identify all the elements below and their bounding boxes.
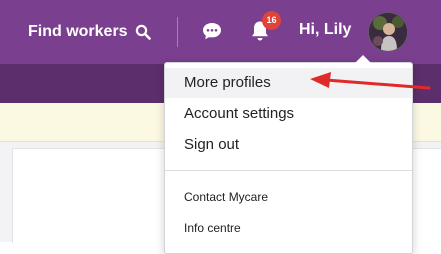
chat-icon[interactable] bbox=[201, 20, 223, 42]
search-icon bbox=[135, 24, 151, 40]
menu-item-info-centre[interactable]: Info centre bbox=[165, 213, 412, 243]
avatar-image bbox=[369, 13, 407, 51]
menu-item-sign-out[interactable]: Sign out bbox=[165, 130, 412, 160]
dropdown-caret bbox=[355, 55, 371, 63]
notification-count-badge: 16 bbox=[262, 11, 281, 30]
menu-item-account-settings[interactable]: Account settings bbox=[165, 99, 412, 129]
find-workers-button[interactable]: Find workers bbox=[28, 20, 151, 44]
menu-item-contact-mycare[interactable]: Contact Mycare bbox=[165, 182, 412, 212]
user-dropdown-menu: More profiles Account settings Sign out … bbox=[164, 55, 413, 254]
find-workers-label: Find workers bbox=[28, 23, 128, 40]
menu-divider bbox=[165, 170, 412, 171]
avatar[interactable] bbox=[368, 12, 408, 52]
user-greeting[interactable]: Hi, Lily bbox=[299, 21, 351, 39]
menu-item-more-profiles[interactable]: More profiles bbox=[165, 68, 412, 98]
header-divider bbox=[177, 17, 178, 47]
